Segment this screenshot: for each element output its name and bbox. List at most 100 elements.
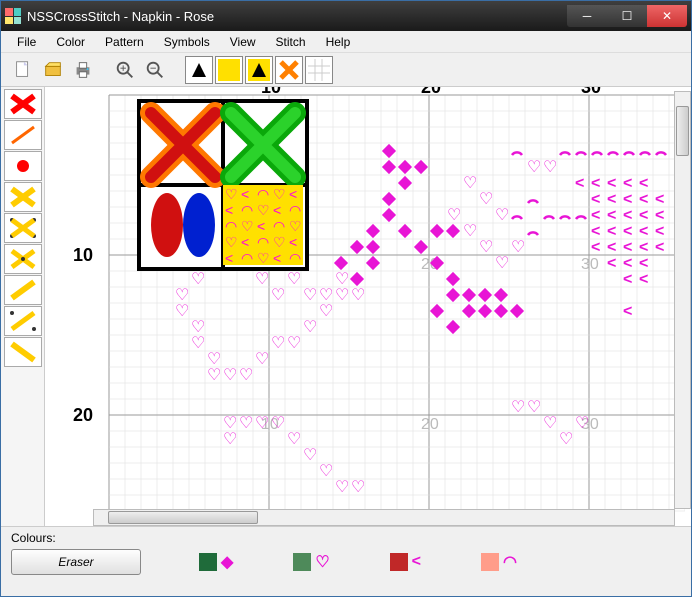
svg-text:◠: ◠ [225, 218, 237, 234]
menu-file[interactable]: File [7, 32, 46, 52]
svg-text:♡: ♡ [175, 303, 189, 320]
svg-text:<: < [607, 239, 616, 256]
tool-half-yellow-2[interactable] [4, 306, 42, 336]
minimize-button[interactable]: ─ [567, 5, 607, 27]
tool-cross-yellow-1[interactable] [4, 182, 42, 212]
svg-text:<: < [623, 303, 632, 320]
tool-cross-yellow-2[interactable] [4, 213, 42, 243]
svg-text:♡: ♡ [479, 239, 493, 256]
svg-text:♡: ♡ [303, 447, 317, 464]
window-title: NSSCrossStitch - Napkin - Rose [27, 9, 567, 24]
svg-text:♡: ♡ [207, 367, 221, 384]
svg-text:♡: ♡ [207, 351, 221, 368]
canvas-area[interactable]: 1020301020101020203030♡♡♡♡♡♡♡♡♡♡♡♡♡♡♡♡♡♡… [45, 87, 691, 526]
svg-text:<: < [639, 191, 648, 208]
svg-text:♡: ♡ [175, 287, 189, 304]
svg-text:◠: ◠ [289, 250, 301, 266]
toolbar [1, 53, 691, 87]
zoom-in-button[interactable] [113, 58, 137, 82]
svg-text:♡: ♡ [479, 191, 493, 208]
svg-text:30: 30 [581, 256, 599, 273]
colour-4[interactable]: ◠ [481, 552, 517, 572]
svg-text:♡: ♡ [527, 159, 541, 176]
svg-text:<: < [289, 186, 297, 202]
svg-text:♡: ♡ [351, 479, 365, 496]
tool-backstitch-red[interactable] [4, 120, 42, 150]
svg-text:<: < [623, 255, 632, 272]
tool-bead-red[interactable] [4, 151, 42, 181]
tool-cross-yellow-3[interactable] [4, 244, 42, 274]
svg-text:<: < [575, 175, 584, 192]
horizontal-scrollbar[interactable] [93, 509, 675, 526]
new-document-button[interactable] [11, 58, 35, 82]
svg-text:<: < [623, 223, 632, 240]
maximize-button[interactable]: ☐ [607, 5, 647, 27]
colour-1[interactable]: ◆ [199, 552, 233, 572]
eraser-button[interactable]: Eraser [11, 549, 141, 575]
svg-text:<: < [607, 175, 616, 192]
svg-text:♡: ♡ [191, 335, 205, 352]
vertical-scrollbar[interactable] [674, 91, 691, 509]
menu-symbols[interactable]: Symbols [154, 32, 220, 52]
svg-text:<: < [623, 239, 632, 256]
open-document-button[interactable] [41, 58, 65, 82]
svg-text:<: < [273, 250, 281, 266]
style-yellow-square[interactable] [215, 56, 243, 84]
svg-text:<: < [591, 239, 600, 256]
titlebar[interactable]: NSSCrossStitch - Napkin - Rose ─ ☐ ✕ [1, 1, 691, 31]
menu-help[interactable]: Help [316, 32, 361, 52]
svg-text:<: < [639, 239, 648, 256]
tool-sidebar [1, 87, 45, 526]
svg-text:<: < [623, 175, 632, 192]
colour-4-swatch [481, 553, 499, 571]
svg-text:<: < [591, 175, 600, 192]
colour-2-swatch [293, 553, 311, 571]
svg-text:♡: ♡ [273, 186, 286, 202]
tool-half-yellow-1[interactable] [4, 275, 42, 305]
menu-color[interactable]: Color [46, 32, 95, 52]
menu-view[interactable]: View [220, 32, 266, 52]
tool-half-yellow-3[interactable] [4, 337, 42, 367]
svg-text:♡: ♡ [303, 287, 317, 304]
svg-text:♡: ♡ [225, 234, 238, 250]
svg-text:<: < [225, 250, 233, 266]
style-black-triangle-white[interactable] [185, 56, 213, 84]
svg-text:<: < [655, 239, 664, 256]
svg-text:♡: ♡ [559, 431, 573, 448]
svg-text:<: < [289, 234, 297, 250]
svg-text:◠: ◠ [257, 234, 269, 250]
svg-text:♡: ♡ [511, 399, 525, 416]
svg-text:<: < [241, 234, 249, 250]
svg-text:♡: ♡ [239, 415, 253, 432]
svg-text:10: 10 [261, 87, 281, 97]
colour-3-swatch [390, 553, 408, 571]
svg-text:♡: ♡ [495, 255, 509, 272]
svg-text:<: < [639, 175, 648, 192]
svg-text:<: < [639, 223, 648, 240]
svg-text:♡: ♡ [223, 415, 237, 432]
svg-text:♡: ♡ [271, 415, 285, 432]
menu-stitch[interactable]: Stitch [266, 32, 316, 52]
style-grid[interactable] [305, 56, 333, 84]
svg-text:<: < [623, 271, 632, 288]
svg-text:♡: ♡ [225, 186, 238, 202]
print-button[interactable] [71, 58, 95, 82]
svg-text:♡: ♡ [255, 415, 269, 432]
svg-text:♡: ♡ [463, 175, 477, 192]
style-black-triangle-yellow[interactable] [245, 56, 273, 84]
close-button[interactable]: ✕ [647, 5, 687, 27]
colour-2[interactable]: ♡ [293, 552, 329, 572]
menu-pattern[interactable]: Pattern [95, 32, 154, 52]
style-orange-x[interactable] [275, 56, 303, 84]
svg-text:♡: ♡ [287, 335, 301, 352]
svg-text:♡: ♡ [241, 218, 254, 234]
svg-text:<: < [607, 255, 616, 272]
tool-cross-red[interactable] [4, 89, 42, 119]
colour-2-symbol: ♡ [315, 552, 329, 572]
svg-text:♡: ♡ [191, 319, 205, 336]
svg-text:♡: ♡ [527, 399, 541, 416]
svg-text:♡: ♡ [257, 250, 270, 266]
colour-3[interactable]: < [390, 552, 421, 572]
svg-text:<: < [591, 207, 600, 224]
zoom-out-button[interactable] [143, 58, 167, 82]
